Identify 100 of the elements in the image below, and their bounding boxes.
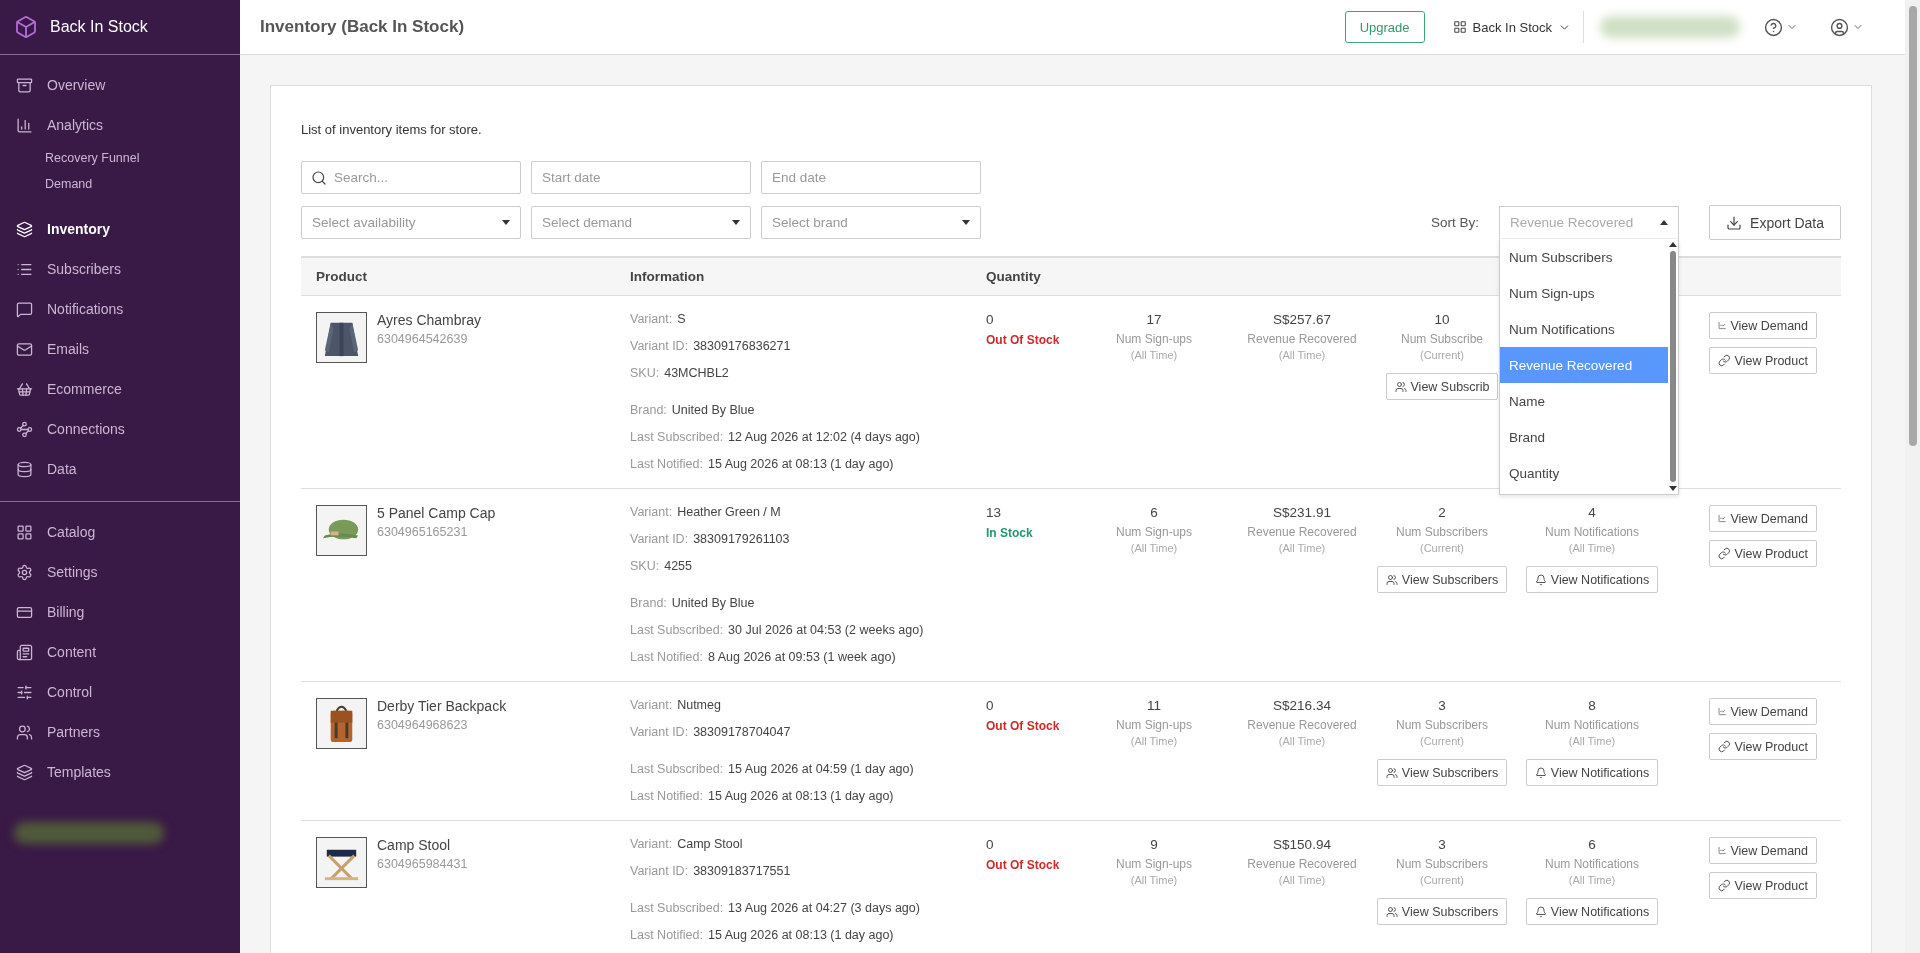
info-value: 15 Aug 2026 at 08:13 (1 day ago) — [707, 928, 894, 944]
end-date-field[interactable]: End date — [761, 161, 981, 194]
info-value: 30 Jul 2026 at 04:53 (2 weeks ago) — [728, 623, 924, 639]
stat-period: (Current) — [1420, 735, 1464, 747]
users-icon — [16, 723, 33, 741]
upgrade-button[interactable]: Upgrade — [1344, 11, 1425, 43]
stat-period: (All Time) — [1130, 542, 1178, 554]
layers-icon — [16, 763, 33, 781]
product-id: 6304964542639 — [377, 332, 469, 346]
export-button[interactable]: Export Data — [1709, 205, 1841, 240]
bell-icon — [1534, 766, 1547, 779]
view-button[interactable]: View Subscribers — [1376, 898, 1508, 925]
stat-value: S$150.94 — [1273, 837, 1331, 852]
sidebar-item[interactable]: Inventory — [0, 209, 240, 249]
view-button[interactable]: View Notifications — [1525, 566, 1659, 593]
info-label: Last Notified: — [630, 789, 703, 805]
sidebar-item[interactable]: Control — [0, 672, 240, 712]
view-button[interactable]: View Notifications — [1525, 898, 1659, 925]
view-product-button[interactable]: View Product — [1709, 540, 1817, 567]
stat-label: Revenue Recovered — [1247, 332, 1357, 346]
view-demand-button[interactable]: View Demand — [1709, 505, 1817, 532]
info-label: Variant ID: — [630, 532, 689, 548]
view-product-button[interactable]: View Product — [1709, 872, 1817, 899]
stat-value: 3 — [1438, 698, 1446, 713]
view-button[interactable]: View Subscrib — [1385, 373, 1499, 400]
info-label: Variant ID: — [630, 339, 689, 355]
mail-icon — [16, 340, 33, 358]
store-switcher[interactable]: Back In Stock — [1440, 11, 1584, 43]
sidebar-item[interactable]: Overview — [0, 65, 240, 105]
info-value: 38309179261103 — [693, 532, 790, 548]
nodes-icon — [16, 420, 33, 438]
stat-label: Revenue Recovered — [1247, 718, 1357, 732]
sidebar-subitem[interactable]: Demand — [0, 171, 240, 197]
sidebar-subitem[interactable]: Recovery Funnel — [0, 145, 240, 171]
view-demand-button[interactable]: View Demand — [1709, 312, 1817, 339]
stat-value: 4 — [1588, 505, 1596, 520]
info-value: 15 Aug 2026 at 04:59 (1 day ago) — [728, 762, 914, 778]
sidebar-item[interactable]: Catalog — [0, 512, 240, 552]
info-label: Brand: — [630, 403, 667, 419]
info-value: 38309183717551 — [693, 864, 791, 880]
start-date-field[interactable]: Start date — [531, 161, 751, 194]
info-label: Last Notified: — [630, 650, 703, 666]
sidebar-item[interactable]: Notifications — [0, 289, 240, 329]
box-icon — [14, 15, 38, 39]
sort-option[interactable]: Num Subscribers — [1500, 239, 1669, 275]
stat-value: 9 — [1150, 837, 1158, 852]
stat-value: S$257.67 — [1273, 312, 1331, 327]
info-value: 38309176836271 — [693, 339, 791, 355]
info-label: SKU: — [630, 559, 660, 575]
view-button[interactable]: View Subscribers — [1376, 566, 1508, 593]
product-name: Ayres Chambray — [377, 312, 481, 328]
sidebar-item[interactable]: Emails — [0, 329, 240, 369]
page-scrollbar[interactable] — [1905, 0, 1920, 953]
stat-value: 10 — [1434, 312, 1450, 327]
info-label: Variant: — [630, 837, 673, 853]
info-label: Variant ID: — [630, 725, 689, 741]
info-label: Variant: — [630, 698, 673, 714]
sidebar-item[interactable]: Subscribers — [0, 249, 240, 289]
info-value: 12 Aug 2026 at 12:02 (4 days ago) — [728, 430, 920, 446]
archive-icon — [16, 76, 33, 94]
stat-label: Num Subscribers — [1396, 718, 1488, 732]
product-id: 6304965984431 — [377, 857, 468, 871]
grid-icon — [1452, 20, 1467, 34]
sidebar-item[interactable]: Connections — [0, 409, 240, 449]
stat-period: (All Time) — [1568, 874, 1616, 886]
view-button[interactable]: View Notifications — [1525, 759, 1659, 786]
view-product-button[interactable]: View Product — [1709, 733, 1817, 760]
sidebar-item[interactable]: Data — [0, 449, 240, 489]
sort-label: Sort By: — [1431, 215, 1480, 230]
line-chart-icon — [1718, 844, 1727, 857]
column-header: Information — [629, 269, 706, 284]
sidebar-item[interactable]: Settings — [0, 552, 240, 592]
sidebar-item[interactable]: Ecommerce — [0, 369, 240, 409]
product-id: 6304965165231 — [377, 525, 469, 539]
users-icon — [1385, 766, 1398, 779]
brand-name: Back In Stock — [50, 18, 148, 36]
info-value: United By Blue — [671, 403, 755, 419]
sidebar-item[interactable]: Content — [0, 632, 240, 672]
column-header: Product — [315, 269, 368, 284]
info-value: 15 Aug 2026 at 08:13 (1 day ago) — [707, 789, 894, 805]
info-value: United By Blue — [671, 596, 755, 612]
info-value: Heather Green / M — [677, 505, 781, 521]
stat-period: (All Time) — [1278, 874, 1326, 886]
view-demand-button[interactable]: View Demand — [1709, 698, 1817, 725]
view-demand-button[interactable]: View Demand — [1709, 837, 1817, 864]
view-button[interactable]: View Subscribers — [1376, 759, 1508, 786]
sidebar-item[interactable]: Billing — [0, 592, 240, 632]
search-field[interactable]: Search... — [301, 161, 521, 194]
newspaper-icon — [16, 643, 33, 661]
download-icon — [1726, 214, 1743, 231]
stat-value: S$231.91 — [1273, 505, 1331, 520]
sidebar-item[interactable]: Templates — [0, 752, 240, 792]
stat-value: 11 — [1147, 698, 1161, 713]
view-product-button[interactable]: View Product — [1709, 347, 1817, 374]
stat-period: (All Time) — [1278, 542, 1326, 554]
stat-value: 8 — [1588, 698, 1596, 713]
sidebar-item[interactable]: Analytics — [0, 105, 240, 145]
grid-icon — [16, 523, 33, 541]
sidebar-item[interactable]: Partners — [0, 712, 240, 752]
search-icon — [311, 170, 327, 186]
